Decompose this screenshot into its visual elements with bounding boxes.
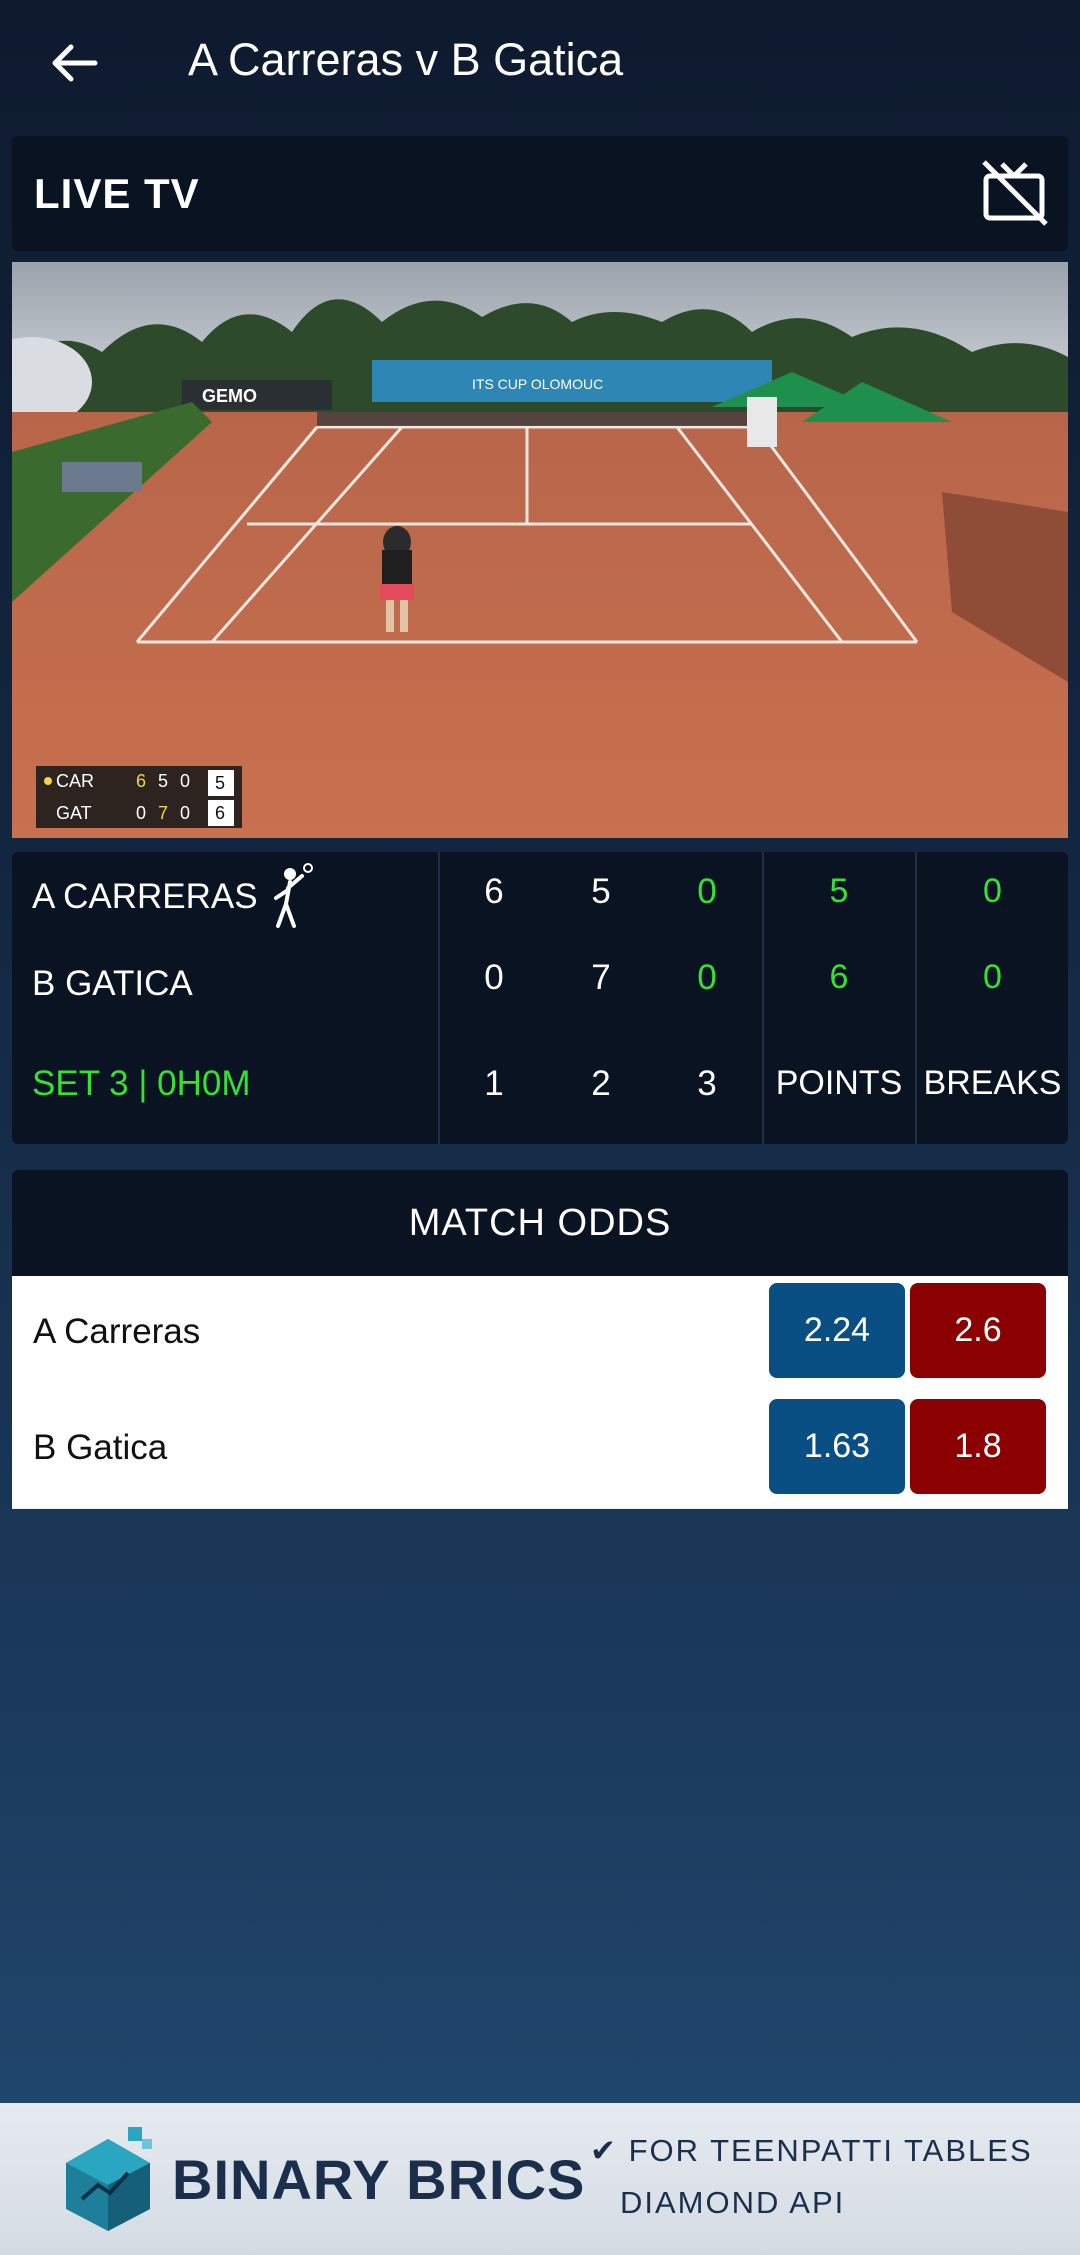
odds-runner-name: B Gatica	[33, 1428, 168, 1467]
odds-row-player1: A Carreras 2.24 2.6	[12, 1276, 1068, 1393]
lay-odds-button[interactable]: 2.6	[910, 1283, 1046, 1378]
live-video[interactable]: ITS CUP OLOMOUC GEMO CAR GAT 6 5 0 0 7 0…	[12, 262, 1068, 838]
match-status: SET 3 | 0H0M	[32, 1064, 251, 1103]
page-title: A Carreras v B Gatica	[188, 34, 624, 85]
tv-off-button[interactable]	[980, 158, 1050, 228]
odds-runner-name: A Carreras	[33, 1312, 201, 1351]
back-button[interactable]	[44, 33, 104, 93]
p2-set1: 0	[484, 958, 504, 997]
player1-name: A CARRERAS	[32, 877, 258, 916]
overlay-p1-points: 5	[215, 773, 225, 793]
match-odds-header: MATCH ODDS	[12, 1170, 1068, 1276]
scoreboard: A CARRERAS B GATICA SET 3 | 0H0M 6 5 0 5…	[12, 852, 1068, 1144]
overlay-p1-s3: 0	[180, 771, 190, 791]
p1-set3: 0	[697, 872, 717, 911]
col-label-breaks: BREAKS	[923, 1064, 1062, 1102]
video-score-overlay: CAR GAT 6 5 0 0 7 0 5 6	[36, 766, 242, 828]
p2-set3: 0	[697, 958, 717, 997]
overlay-p1-s2: 5	[158, 771, 168, 791]
divider	[438, 852, 440, 1144]
court-board-text: ITS CUP OLOMOUC	[472, 376, 603, 392]
banner-line2: DIAMOND API	[620, 2185, 846, 2220]
back-odds-button[interactable]: 1.63	[769, 1399, 905, 1494]
p2-set2: 7	[591, 958, 611, 997]
overlay-p2-code: GAT	[56, 803, 92, 823]
live-tv-bar: LIVE TV	[12, 136, 1068, 251]
live-tv-label: LIVE TV	[34, 170, 200, 217]
binary-brics-logo-icon	[66, 2127, 152, 2231]
lay-odds-button[interactable]: 1.8	[910, 1399, 1046, 1494]
tv-off-icon	[982, 160, 1048, 226]
p1-set2: 5	[591, 872, 611, 911]
banner-brand: BINARY BRICS	[172, 2148, 586, 2211]
player2-name: B GATICA	[32, 964, 193, 1003]
p1-set1: 6	[484, 872, 504, 911]
col-label-points: POINTS	[775, 1064, 903, 1102]
back-odds-button[interactable]: 2.24	[769, 1283, 905, 1378]
col-label-set1: 1	[484, 1064, 504, 1103]
top-bar: A Carreras v B Gatica	[0, 0, 1080, 126]
col-label-set3: 3	[697, 1064, 717, 1103]
tennis-court-video-frame: ITS CUP OLOMOUC GEMO CAR GAT 6 5 0 0 7 0…	[12, 262, 1068, 838]
p2-breaks: 0	[983, 958, 1002, 996]
match-odds-title: MATCH ODDS	[408, 1202, 672, 1244]
banner-line1: ✔ FOR TEENPATTI TABLES	[590, 2133, 1033, 2168]
overlay-p1-s1: 6	[136, 771, 146, 791]
overlay-p2-s3: 0	[180, 803, 190, 823]
overlay-p1-code: CAR	[56, 771, 94, 791]
overlay-p2-s2: 7	[158, 803, 168, 823]
col-label-set2: 2	[591, 1064, 611, 1103]
p2-points: 6	[829, 958, 849, 996]
p1-breaks: 0	[983, 872, 1002, 910]
overlay-p2-points: 6	[215, 803, 225, 823]
tennis-player-icon	[274, 863, 313, 928]
banner-ad[interactable]: BINARY BRICS ✔ FOR TEENPATTI TABLES DIAM…	[0, 2103, 1080, 2255]
p1-points: 5	[829, 872, 849, 910]
sponsor-text: GEMO	[202, 386, 257, 406]
odds-row-player2: B Gatica 1.63 1.8	[12, 1392, 1068, 1509]
overlay-p2-s1: 0	[136, 803, 146, 823]
arrow-left-icon	[52, 44, 98, 82]
